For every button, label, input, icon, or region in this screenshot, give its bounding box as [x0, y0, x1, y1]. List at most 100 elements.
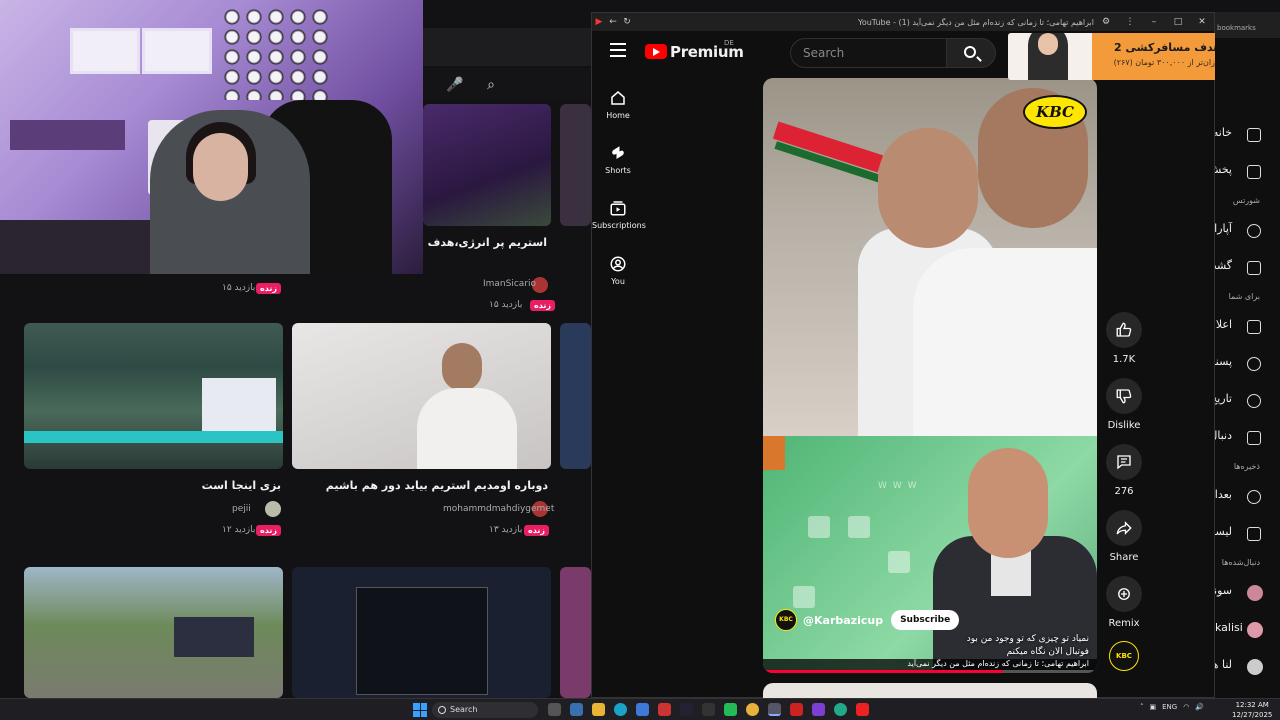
subscribe-button[interactable]: Subscribe — [891, 610, 960, 630]
sidebar-item-liked[interactable]: پسند — [1215, 355, 1280, 375]
chevron-up-icon[interactable]: ˄ — [1140, 703, 1144, 711]
file-explorer-icon[interactable] — [592, 703, 605, 716]
video-scene-players: KBC — [763, 78, 1097, 438]
sidebar-item-home[interactable]: خانه — [1215, 126, 1280, 146]
edge-icon[interactable] — [614, 703, 627, 716]
nav-shorts-label: Shorts — [605, 166, 631, 175]
wall-shelf — [10, 120, 125, 150]
tray-icon[interactable]: ▣ — [1150, 703, 1157, 711]
app-icon[interactable] — [724, 703, 737, 716]
reload-icon[interactable]: ↻ — [620, 17, 634, 27]
steam-icon[interactable] — [680, 703, 693, 716]
channel-avatar — [1247, 622, 1263, 638]
sidebar-item-watch-later[interactable]: بعدا — [1215, 488, 1280, 508]
app-icon[interactable] — [790, 703, 803, 716]
app-icon[interactable] — [834, 703, 847, 716]
sidebar-item-aparat[interactable]: آپارات — [1215, 222, 1280, 242]
bookmarks-label[interactable]: bookmarks — [1215, 12, 1280, 38]
studio-background-text: WWW — [878, 481, 923, 491]
heart-icon — [1247, 357, 1261, 371]
remix-icon — [1118, 588, 1130, 600]
stream-thumbnail[interactable] — [560, 104, 591, 226]
short-video-player[interactable]: KBC WWW نمیاد تو چیزی که تو وجود من بود … — [763, 78, 1097, 673]
app-icon[interactable] — [658, 703, 671, 716]
volume-icon[interactable]: 🔊 — [1195, 703, 1204, 711]
search-input[interactable]: Search — [790, 38, 946, 68]
close-button[interactable]: ✕ — [1190, 17, 1214, 27]
channel-name[interactable]: ImanSicario — [483, 279, 536, 289]
channel-avatar[interactable] — [265, 501, 281, 517]
taskbar-clock[interactable]: 12:32 AM 12/27/2025 — [1232, 700, 1272, 720]
task-view-icon[interactable] — [548, 703, 561, 716]
search-button[interactable] — [946, 38, 996, 68]
comment-count: 276 — [1114, 486, 1134, 497]
remix-button[interactable]: Remix — [1105, 576, 1143, 629]
menu-icon[interactable]: ⋮ — [1118, 17, 1142, 27]
followed-channel[interactable]: سونیا — [1215, 584, 1280, 604]
widgets-icon[interactable] — [570, 703, 583, 716]
channel-name[interactable]: pejii — [232, 504, 251, 514]
list-icon — [1247, 527, 1261, 541]
sidebar-item-playlists[interactable]: لیست — [1215, 525, 1280, 545]
browser-icon[interactable] — [768, 703, 781, 716]
minimize-button[interactable]: – — [1142, 17, 1166, 27]
nav-home[interactable]: Home — [592, 89, 644, 120]
stream-thumbnail[interactable] — [423, 104, 551, 226]
windows-start-icon[interactable] — [413, 703, 427, 717]
sidebar-item-history[interactable]: تاریخ — [1215, 392, 1280, 412]
search-icon[interactable]: ⌕ — [480, 74, 502, 96]
youtube-app-icon[interactable] — [856, 703, 869, 716]
history-icon — [1247, 394, 1261, 408]
system-tray[interactable]: ˄ ▣ ENG ◠ 🔊 — [1140, 703, 1204, 711]
stream-thumbnail[interactable] — [560, 567, 591, 698]
stream-thumbnail[interactable] — [292, 567, 551, 698]
stream-thumbnail[interactable] — [560, 323, 591, 469]
sidebar-item-explore[interactable]: گشت — [1215, 259, 1280, 279]
comments-button[interactable]: 276 — [1105, 444, 1143, 497]
stream-thumbnail[interactable] — [24, 567, 283, 698]
share-button[interactable]: Share — [1105, 510, 1143, 563]
followed-channel[interactable]: kalisi — [1215, 621, 1280, 641]
kbc-watermark: KBC — [1023, 95, 1087, 129]
followed-channel[interactable]: لنا هک — [1215, 658, 1280, 678]
taskbar-search[interactable]: Search — [432, 702, 538, 718]
sidebar-item-live[interactable]: پخش — [1215, 163, 1280, 183]
sidebar-item-notifications[interactable]: اعلان — [1215, 318, 1280, 338]
audio-source-avatar[interactable]: KBC — [1109, 641, 1139, 671]
bell-icon — [1247, 320, 1261, 334]
maximize-button[interactable]: □ — [1166, 17, 1190, 27]
ad-banner[interactable]: هدف مسافرکشی 2 ارزان‌تر از ۳۰۰,۰۰۰ تومان… — [1008, 33, 1249, 80]
chrome-icon[interactable] — [746, 703, 759, 716]
nav-you[interactable]: You — [592, 255, 644, 286]
stream-title[interactable]: بزی اینجا است — [150, 479, 281, 492]
like-button[interactable]: 1.7K — [1105, 312, 1143, 365]
sidebar-item-label: دنبال — [1215, 429, 1232, 442]
progress-bar[interactable] — [763, 670, 1097, 673]
channel-avatar[interactable]: KBC — [775, 609, 797, 631]
stream-title[interactable]: دوباره اومدیم استریم بیاید دور هم باشیم — [326, 479, 548, 492]
stream-title[interactable]: استریم پر انرژی،هدف پر بنفش IS — [423, 236, 547, 249]
hexagon-lights — [220, 5, 330, 100]
wifi-icon[interactable]: ◠ — [1183, 703, 1189, 711]
sidebar-item-following[interactable]: دنبال — [1215, 429, 1280, 449]
stream-thumbnail[interactable] — [24, 323, 283, 469]
back-icon[interactable]: ← — [606, 17, 620, 27]
ad-character-image — [1008, 33, 1092, 80]
account-icon — [610, 256, 626, 272]
language-indicator[interactable]: ENG — [1162, 703, 1177, 711]
nav-shorts[interactable]: Shorts — [592, 144, 644, 175]
channel-name[interactable]: mohammdmahdiygemet — [443, 504, 554, 514]
channel-handle[interactable]: @Karbazicup — [803, 614, 883, 627]
channel-avatar — [1247, 585, 1263, 601]
app-icon[interactable] — [702, 703, 715, 716]
store-icon[interactable] — [636, 703, 649, 716]
extensions-icon[interactable]: ⚙ — [1094, 17, 1118, 27]
nav-subscriptions[interactable]: Subscriptions — [592, 199, 646, 230]
nav-subscriptions-label: Subscriptions — [592, 221, 646, 230]
rider-icon[interactable] — [812, 703, 825, 716]
hamburger-menu-icon[interactable] — [610, 43, 626, 57]
microphone-icon[interactable]: 🎤 — [444, 74, 466, 96]
dislike-button[interactable]: Dislike — [1105, 378, 1143, 431]
youtube-logo-icon[interactable] — [645, 44, 667, 59]
stream-thumbnail[interactable] — [292, 323, 551, 469]
